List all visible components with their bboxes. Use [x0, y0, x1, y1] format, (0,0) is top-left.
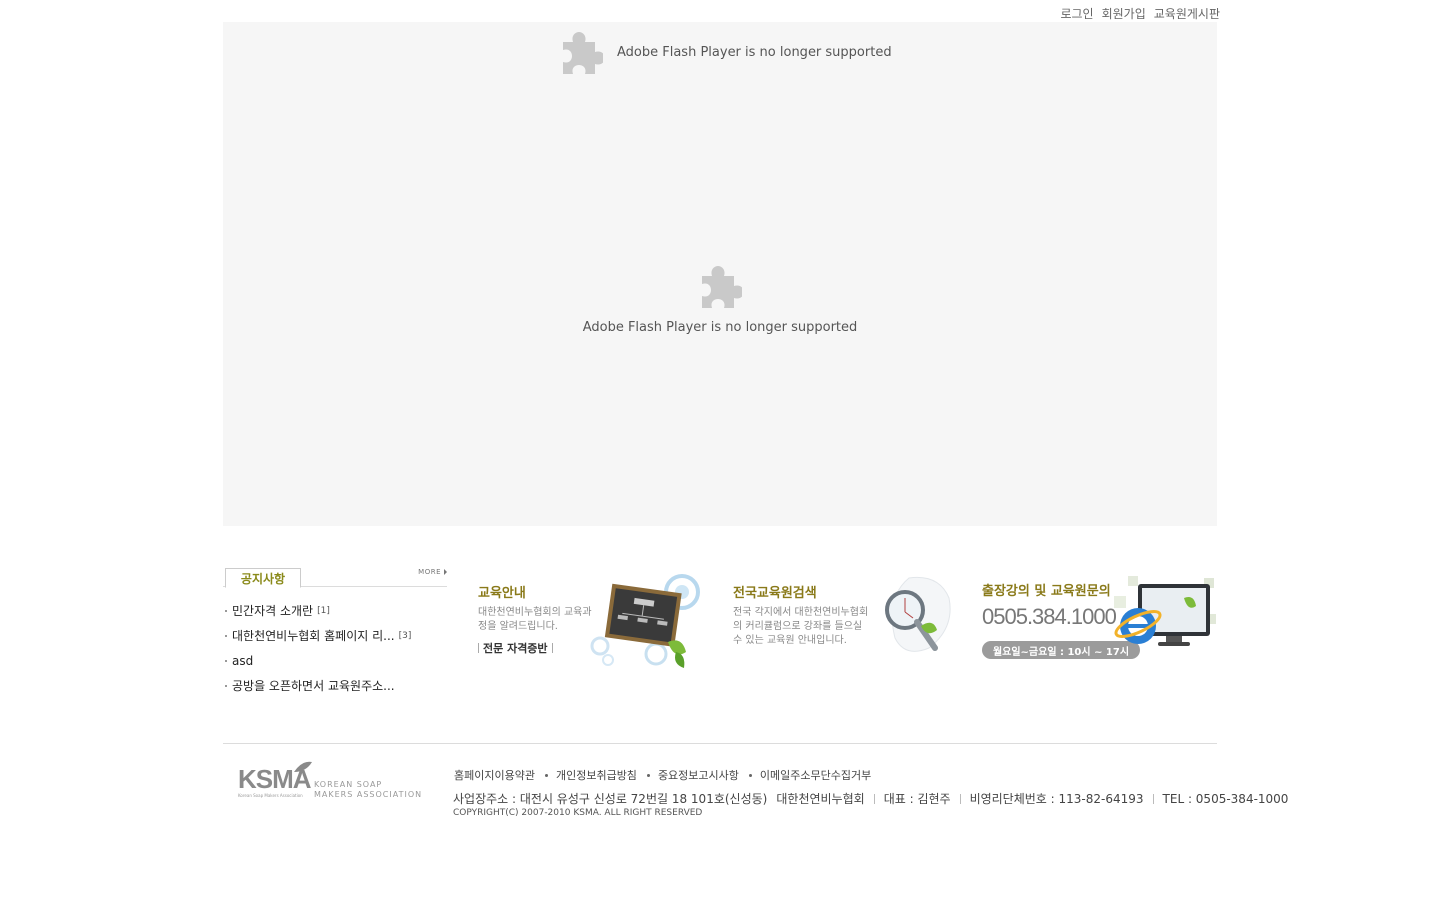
- footer-menu: 홈페이지이용약관 개인정보취급방침 중요정보고시사항 이메일주소무단수집거부: [454, 767, 871, 783]
- company-representative: 대표 : 김현주: [883, 792, 951, 806]
- comment-count: [3]: [398, 630, 412, 641]
- notice-title: 민간자격 소개란: [232, 604, 314, 618]
- login-link[interactable]: 로그인: [1060, 5, 1093, 21]
- flash-message-top-text: Adobe Flash Player is no longer supporte…: [617, 44, 892, 60]
- contact-phone: 0505.384.1000: [982, 604, 1117, 629]
- tab-notice[interactable]: 공지사항: [225, 568, 301, 588]
- leaf-icon: [294, 761, 312, 772]
- flash-message-center: Adobe Flash Player is no longer supporte…: [223, 264, 1217, 335]
- education-board-link[interactable]: 교육원게시판: [1154, 5, 1220, 21]
- monitor-ie-illustration-icon: [1114, 576, 1216, 646]
- list-item[interactable]: 대한천연비누협회 홈페이지 리... [3]: [223, 623, 447, 648]
- contact-title: 출장강의 및 교육원문의: [982, 584, 1111, 599]
- footer-divider: [223, 743, 1217, 744]
- bullet-icon: [544, 773, 548, 777]
- divider: [551, 643, 553, 653]
- divider: [873, 793, 875, 804]
- education-desc: 대한천연비누협회의 교육과 정을 알려드립니다.: [478, 607, 592, 632]
- bullet-icon: [225, 659, 227, 662]
- footer-company-info: 사업장주소 : 대전시 유성구 신성로 72번길 18 101호(신성동) 대한…: [453, 790, 1288, 807]
- ksma-logo: KSMA Korean Soap Makers Association KORE…: [238, 760, 423, 802]
- list-item[interactable]: asd: [223, 648, 447, 673]
- notice-title: 공방을 오픈하면서 교육원주소...: [232, 679, 395, 693]
- education-title: 교육안내: [478, 586, 526, 601]
- terms-link[interactable]: 홈페이지이용약관: [454, 767, 535, 783]
- email-refusal-label: 이메일주소무단수집거부: [759, 769, 872, 782]
- list-item[interactable]: 민간자격 소개란 [1]: [223, 598, 447, 623]
- puzzle-plugin-icon: [563, 32, 603, 74]
- flash-message-center-text: Adobe Flash Player is no longer supporte…: [582, 320, 858, 335]
- chalkboard-illustration-icon: [590, 574, 700, 668]
- notice-list: 민간자격 소개란 [1] 대한천연비누협회 홈페이지 리... [3] asd 공방…: [223, 598, 447, 698]
- flash-placeholder-area: Adobe Flash Player is no longer supporte…: [223, 22, 1217, 526]
- notice-title: asd: [232, 653, 254, 668]
- bullet-icon: [225, 609, 227, 612]
- logo-subtitle: Korean Soap Makers Association: [238, 793, 303, 798]
- education-banner[interactable]: 교육안내 대한천연비누협회의 교육과 정을 알려드립니다. 전문 자격증반: [478, 570, 702, 680]
- important-notice-link[interactable]: 중요정보고시사항: [646, 767, 739, 783]
- divider: [959, 793, 961, 804]
- company-address: 사업장주소 : 대전시 유성구 신성로 72번길 18 101호(신성동): [453, 792, 768, 806]
- privacy-link[interactable]: 개인정보취급방침: [544, 767, 637, 783]
- signup-link[interactable]: 회원가입: [1102, 5, 1146, 21]
- certificate-course-label: 전문 자격증반: [483, 642, 548, 655]
- bullet-icon: [646, 773, 650, 777]
- contact-banner[interactable]: 출장강의 및 교육원문의 0505.384.1000 월요일~금요일 : 10시…: [982, 570, 1218, 680]
- more-button[interactable]: MORE: [418, 568, 447, 576]
- divider: [1152, 793, 1154, 804]
- flash-message-top: Adobe Flash Player is no longer supporte…: [559, 30, 892, 74]
- email-refusal-link[interactable]: 이메일주소무단수집거부: [748, 767, 872, 783]
- copyright: COPYRIGHT(C) 2007-2010 KSMA. ALL RIGHT R…: [453, 808, 703, 818]
- important-notice-label: 중요정보고시사항: [657, 769, 739, 782]
- divider: [478, 643, 479, 653]
- certificate-course-link[interactable]: 전문 자격증반: [478, 640, 553, 656]
- comment-count: [1]: [317, 605, 330, 616]
- magnifier-map-illustration-icon: [885, 576, 951, 652]
- more-label: MORE: [418, 568, 441, 576]
- bullet-icon: [225, 634, 227, 637]
- company-registration: 비영리단체번호 : 113-82-64193: [969, 792, 1144, 806]
- company-name: 대한천연비누협회: [776, 792, 865, 806]
- company-tel: TEL : 0505-384-1000: [1162, 791, 1289, 806]
- notice-title: 대한천연비누협회 홈페이지 리...: [232, 629, 395, 643]
- education-center-search-banner[interactable]: 전국교육원검색 전국 각지에서 대한천연비누협회 의 커리큘럼으로 강좌를 들으…: [733, 570, 963, 680]
- list-item[interactable]: 공방을 오픈하면서 교육원주소...: [223, 673, 447, 698]
- notice-board: 공지사항 MORE 민간자격 소개란 [1] 대한천연비누협회 홈페이지 리...…: [223, 566, 447, 706]
- top-nav: 로그인 회원가입 교육원게시판: [1060, 5, 1220, 21]
- privacy-label: 개인정보취급방침: [555, 769, 637, 782]
- bullet-icon: [748, 773, 752, 777]
- search-desc: 전국 각지에서 대한천연비누협회 의 커리큘럼으로 강좌를 들으실 수 있는 교…: [733, 607, 869, 646]
- logo-english-name: KOREAN SOAP MAKERS ASSOCIATION: [314, 780, 423, 799]
- arrow-right-icon: [444, 569, 447, 575]
- terms-label: 홈페이지이용약관: [454, 769, 535, 782]
- puzzle-plugin-icon: [702, 266, 742, 308]
- search-title: 전국교육원검색: [733, 586, 817, 601]
- bullet-icon: [225, 684, 227, 687]
